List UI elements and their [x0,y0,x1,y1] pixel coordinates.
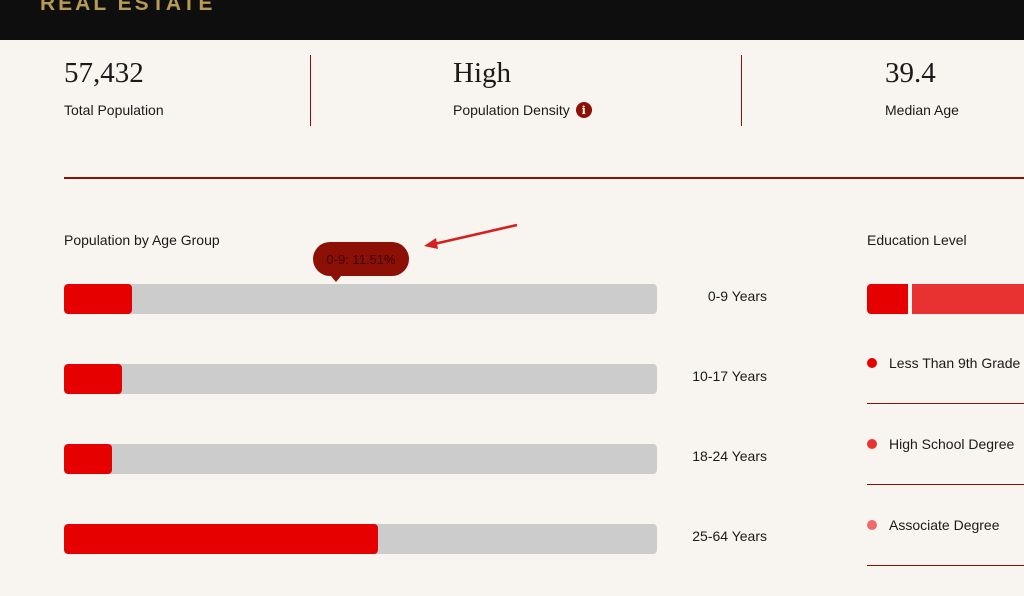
stat-divider [741,55,742,126]
bar-label: 0-9 Years [707,288,767,304]
stat-median-age: 39.4 Median Age [885,56,959,118]
stat-label: Total Population [64,102,164,118]
education-segment[interactable] [867,284,908,314]
info-icon[interactable]: i [575,102,592,118]
brand-logo[interactable]: REAL ESTATE [40,0,215,16]
legend-dot-icon [867,520,877,530]
legend-label: High School Degree [889,436,1015,452]
education-bar [867,284,1024,314]
education-segment[interactable] [912,284,1024,314]
bar-fill[interactable] [64,284,133,314]
legend-item: Associate Degree [867,517,1024,533]
stat-label: Median Age [885,102,959,118]
legend-divider [867,484,1024,485]
bar-tooltip: 0-9: 11.51% [313,242,409,282]
bar-fill[interactable] [64,444,113,474]
stat-value: 57,432 [64,57,144,89]
bar-label: 10-17 Years [692,368,767,384]
bar-track[interactable] [64,524,657,554]
legend-dot-icon [867,358,877,368]
stat-value: High [453,57,511,89]
legend-item: High School Degree [867,436,1024,452]
bar-label: 18-24 Years [692,448,767,464]
stat-divider [310,55,311,126]
tooltip-text: 0-9: 11.51% [326,251,396,267]
stat-total-population: 57,432 Total Population [64,56,164,118]
bar-track[interactable] [64,444,657,474]
top-nav-bar: REAL ESTATE [0,0,1024,40]
annotation-arrow-icon [424,223,518,249]
bar-track[interactable] [64,284,657,314]
bar-label: 25-64 Years [692,528,767,544]
legend-label: Associate Degree [889,517,1000,533]
legend-divider [867,403,1024,404]
section-divider [64,177,1024,179]
stat-label: Population Density [453,102,570,118]
age-chart-title: Population by Age Group [64,232,220,248]
legend-divider [867,565,1024,566]
bar-track[interactable] [64,364,657,394]
education-title: Education Level [867,232,967,248]
bar-fill[interactable] [64,364,123,394]
bar-fill[interactable] [64,524,379,554]
legend-item: Less Than 9th Grade [867,355,1024,371]
legend-dot-icon [867,439,877,449]
legend-label: Less Than 9th Grade [889,355,1021,371]
stat-value: 39.4 [885,57,936,89]
stat-population-density: High Population Density i [453,56,592,118]
